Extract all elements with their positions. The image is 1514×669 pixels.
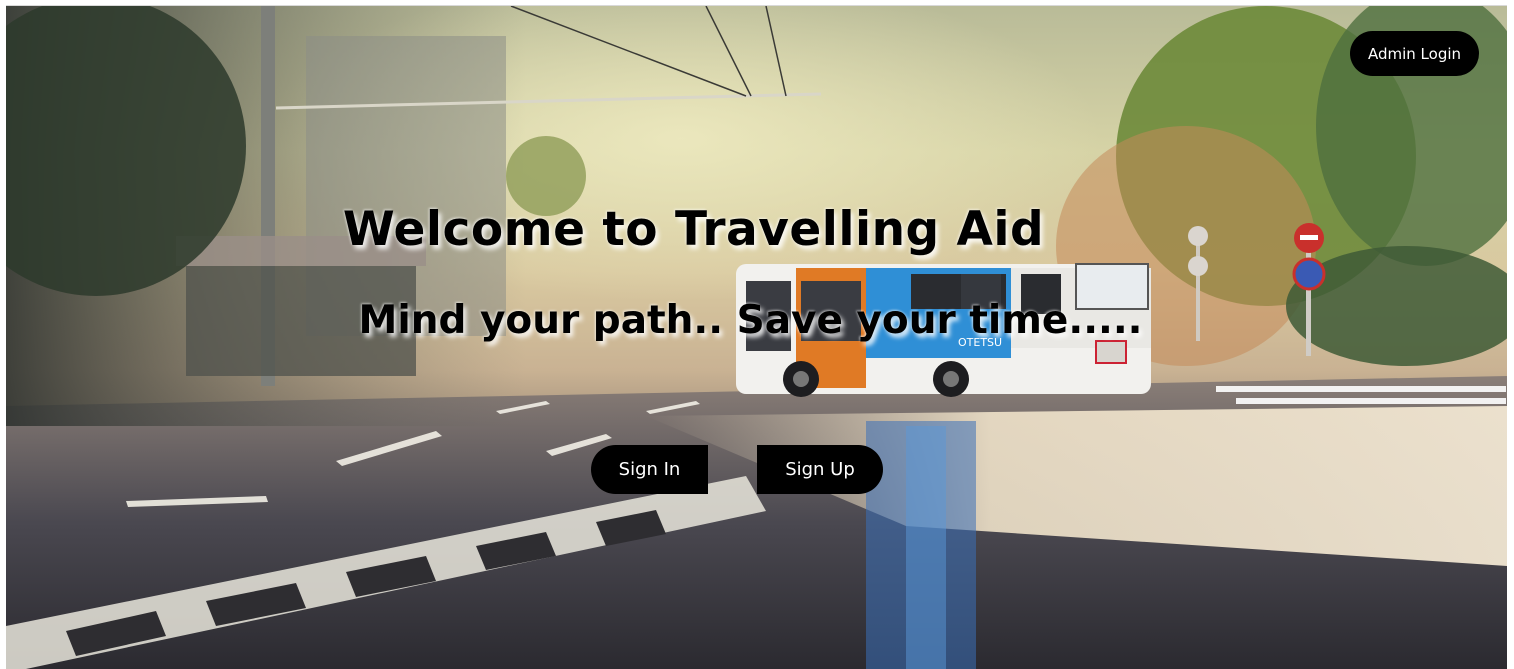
sign-in-button[interactable]: Sign In bbox=[591, 445, 708, 494]
page-title: Welcome to Travelling Aid bbox=[342, 202, 1045, 257]
page-frame: OTETSU Admin Login Welcome to Travelling… bbox=[6, 5, 1507, 669]
sign-up-button[interactable]: Sign Up bbox=[757, 445, 883, 494]
admin-login-button[interactable]: Admin Login bbox=[1350, 31, 1479, 76]
tagline: Mind your path.. Save your time..... bbox=[358, 298, 1143, 343]
